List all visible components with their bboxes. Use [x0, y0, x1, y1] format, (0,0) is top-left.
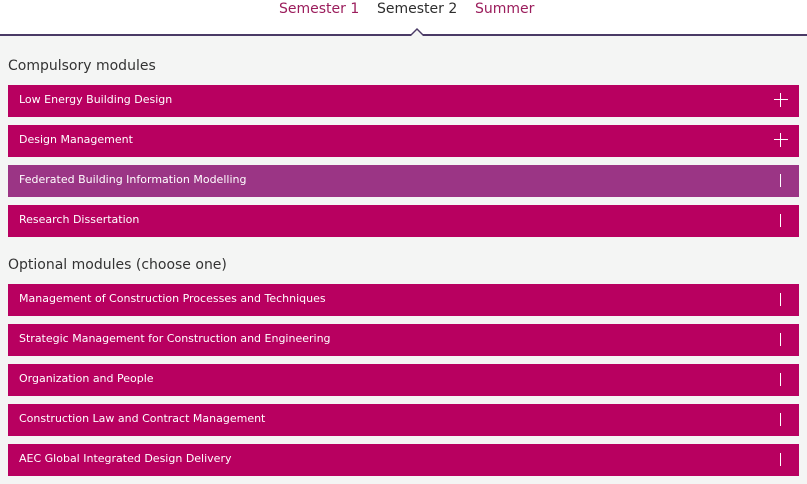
- module-federated-building-information-modelling[interactable]: Federated Building Information Modelling: [8, 165, 799, 197]
- collapse-icon[interactable]: [774, 292, 788, 306]
- module-label: Low Energy Building Design: [19, 93, 173, 106]
- module-label: Management of Construction Processes and…: [19, 292, 326, 305]
- active-tab-pointer: [409, 28, 425, 36]
- module-label: Organization and People: [19, 372, 154, 385]
- module-low-energy-building-design[interactable]: Low Energy Building Design: [8, 85, 799, 117]
- compulsory-modules-heading: Compulsory modules: [8, 58, 156, 74]
- optional-modules-heading: Optional modules (choose one): [8, 257, 227, 273]
- module-construction-law[interactable]: Construction Law and Contract Management: [8, 404, 799, 436]
- collapse-icon[interactable]: [774, 173, 788, 187]
- module-label: Research Dissertation: [19, 213, 140, 226]
- module-aec-global-integrated-design-delivery[interactable]: AEC Global Integrated Design Delivery: [8, 444, 799, 476]
- collapse-icon[interactable]: [774, 372, 788, 386]
- module-label: Federated Building Information Modelling: [19, 173, 247, 186]
- plus-icon[interactable]: [774, 133, 788, 147]
- tab-summer[interactable]: Summer: [475, 1, 534, 17]
- module-label: Strategic Management for Construction an…: [19, 332, 331, 345]
- module-design-management[interactable]: Design Management: [8, 125, 799, 157]
- collapse-icon[interactable]: [774, 332, 788, 346]
- module-label: Construction Law and Contract Management: [19, 412, 266, 425]
- collapse-icon[interactable]: [774, 213, 788, 227]
- collapse-icon[interactable]: [774, 452, 788, 466]
- module-research-dissertation[interactable]: Research Dissertation: [8, 205, 799, 237]
- collapse-icon[interactable]: [774, 412, 788, 426]
- tab-semester-1[interactable]: Semester 1: [279, 1, 359, 17]
- modules-panel: Compulsory modules Low Energy Building D…: [0, 36, 807, 484]
- plus-icon[interactable]: [774, 93, 788, 107]
- module-organization-and-people[interactable]: Organization and People: [8, 364, 799, 396]
- module-strategic-management[interactable]: Strategic Management for Construction an…: [8, 324, 799, 356]
- semester-tabs: Semester 1 Semester 2 Summer: [0, 0, 807, 36]
- module-label: Design Management: [19, 133, 133, 146]
- module-management-of-construction-processes[interactable]: Management of Construction Processes and…: [8, 284, 799, 316]
- module-label: AEC Global Integrated Design Delivery: [19, 452, 232, 465]
- tab-semester-2[interactable]: Semester 2: [377, 1, 457, 17]
